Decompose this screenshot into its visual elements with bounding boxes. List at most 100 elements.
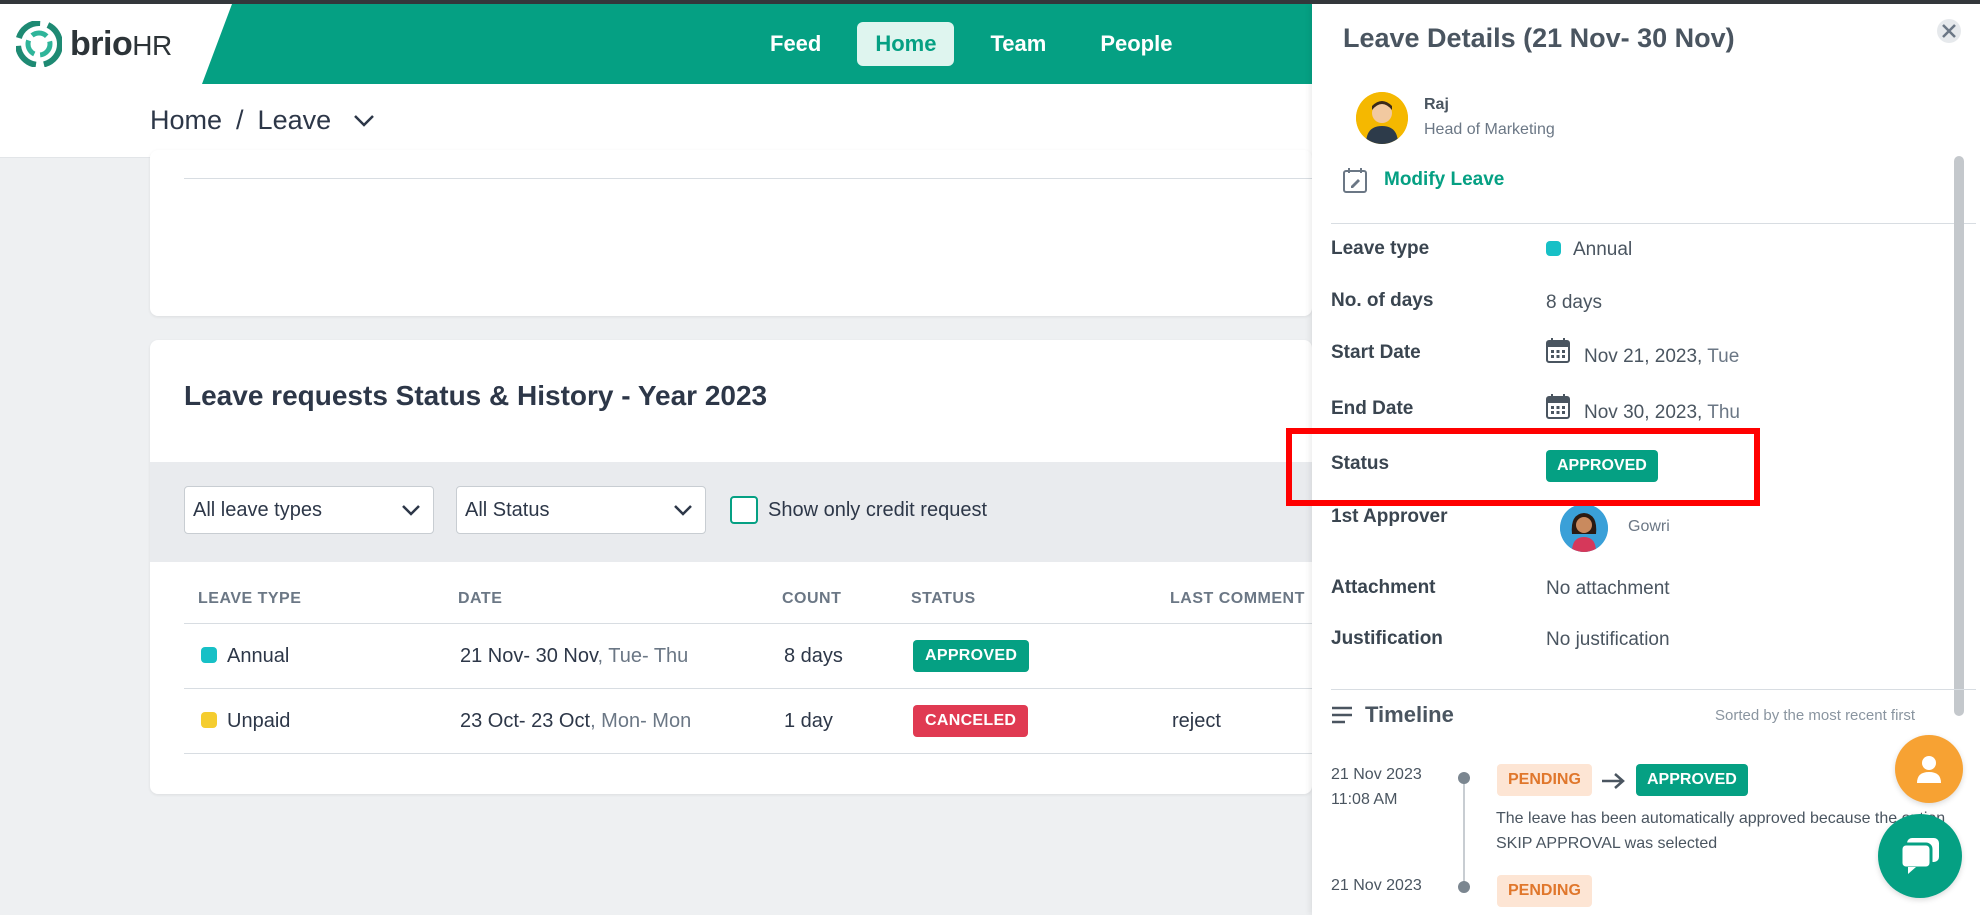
end-date-value: Nov 30, 2023, Thu (1584, 402, 1740, 424)
panel-title: Leave Details (21 Nov- 30 Nov) (1343, 23, 1735, 53)
close-icon[interactable] (1936, 18, 1962, 44)
leave-type-text: Annual (1573, 239, 1633, 260)
profile-fab-button[interactable] (1895, 735, 1963, 803)
leave-type-color-dot (1546, 241, 1561, 256)
edit-calendar-icon (1343, 168, 1367, 193)
modify-leave-label: Modify Leave (1384, 169, 1505, 190)
filter-bar: All leave types All Status Show only cre… (150, 462, 1312, 562)
breadcrumb-current: Leave (257, 105, 332, 135)
credit-filter[interactable]: Show only credit request (730, 496, 987, 524)
timeline-header: Timeline (1331, 702, 1454, 728)
comment-cell: reject (1172, 710, 1221, 732)
timeline-title: Timeline (1365, 702, 1454, 727)
date-cell: 21 Nov- 30 Nov, Tue- Thu (460, 645, 688, 668)
column-header-date[interactable]: DATE (458, 590, 502, 608)
justification-value: No justification (1546, 629, 1670, 650)
timeline-time: 11:08 AM (1331, 791, 1398, 808)
brio-logo-icon (15, 20, 63, 68)
approver-label: 1st Approver (1331, 506, 1448, 527)
logo-text: brio (70, 24, 133, 63)
logo-suffix: HR (132, 29, 172, 61)
date-range: 21 Nov- 30 Nov (460, 645, 598, 667)
user-icon (1917, 756, 1941, 783)
leave-type-select-value: All leave types (193, 499, 322, 521)
approver-name: Gowri (1628, 518, 1670, 535)
avatar (1356, 92, 1408, 144)
top-strip (0, 0, 1980, 4)
status-cell: CANCELED (913, 705, 1029, 737)
summary-card (150, 150, 1312, 316)
chevron-down-icon (402, 505, 420, 516)
breadcrumb-home[interactable]: Home (150, 105, 222, 136)
nav-home[interactable]: Home (857, 22, 955, 66)
leave-type-value: Annual (1546, 239, 1632, 261)
breadcrumb: Home / Leave (0, 84, 1312, 158)
modify-leave-button[interactable]: Modify Leave (1342, 166, 1504, 194)
start-date-text: Nov 21, 2023, (1584, 346, 1703, 367)
days-label: No. of days (1331, 290, 1434, 311)
arrow-right-icon (1602, 773, 1625, 789)
panel-scrollbar[interactable] (1954, 156, 1964, 716)
days-value: 8 days (1546, 292, 1602, 313)
leave-type-name: Annual (227, 645, 290, 667)
column-header-last-comment[interactable]: LAST COMMENT (1170, 590, 1305, 608)
column-header-status[interactable]: STATUS (911, 590, 976, 608)
main-nav: Feed Home Team People (752, 22, 1190, 66)
timeline-dot (1458, 772, 1470, 784)
column-header-leave-type[interactable]: LEAVE TYPE (198, 590, 301, 608)
timeline-date: 21 Nov 2023 (1331, 766, 1422, 783)
chat-icon (1899, 838, 1939, 874)
table-header: LEAVE TYPE DATE COUNT STATUS LAST COMMEN… (184, 562, 1312, 624)
leave-type-name: Unpaid (227, 710, 291, 732)
credit-checkbox-label: Show only credit request (768, 498, 988, 521)
start-date-value: Nov 21, 2023, Tue (1584, 346, 1739, 368)
nav-people[interactable]: People (1082, 22, 1190, 66)
date-days: , Mon- Mon (590, 710, 692, 732)
divider (1331, 689, 1976, 690)
leave-type-cell: Unpaid (201, 710, 290, 733)
date-range: 23 Oct- 23 Oct (460, 710, 591, 732)
status-badge: APPROVED (913, 640, 1030, 672)
start-date-label: Start Date (1331, 342, 1421, 363)
nav-team[interactable]: Team (972, 22, 1064, 66)
chevron-down-icon[interactable] (353, 114, 375, 128)
leave-type-select[interactable]: All leave types (184, 486, 434, 534)
nav-feed[interactable]: Feed (752, 22, 839, 66)
status-badge: PENDING (1497, 875, 1592, 907)
status-select[interactable]: All Status (456, 486, 706, 534)
status-badge: PENDING (1497, 764, 1592, 796)
justification-label: Justification (1331, 628, 1443, 649)
leave-type-color-dot (201, 647, 217, 663)
history-card: Leave requests Status & History - Year 2… (150, 340, 1312, 794)
table-row[interactable]: Unpaid 23 Oct- 23 Oct, Mon- Mon 1 day CA… (184, 689, 1312, 754)
status-badge: APPROVED (1636, 764, 1748, 796)
end-day: Thu (1707, 402, 1740, 423)
credit-checkbox[interactable] (730, 496, 758, 524)
status-select-value: All Status (465, 499, 550, 521)
calendar-icon (1546, 338, 1570, 363)
highlight-box (1286, 428, 1760, 506)
chat-fab-button[interactable] (1878, 814, 1962, 898)
divider (1331, 223, 1976, 224)
end-date-text: Nov 30, 2023, (1584, 402, 1703, 423)
leave-type-cell: Annual (201, 645, 289, 668)
list-icon (1332, 706, 1352, 724)
column-header-count[interactable]: COUNT (782, 590, 841, 608)
timeline-dot (1458, 881, 1470, 893)
timeline-date: 21 Nov 2023 (1331, 877, 1422, 894)
date-days: , Tue- Thu (597, 645, 689, 667)
chevron-down-icon (674, 505, 692, 516)
calendar-icon (1546, 394, 1570, 419)
status-cell: APPROVED (913, 640, 1030, 672)
history-table: LEAVE TYPE DATE COUNT STATUS LAST COMMEN… (184, 562, 1312, 754)
timeline-line (1463, 782, 1465, 892)
avatar (1560, 504, 1608, 552)
table-row[interactable]: Annual 21 Nov- 30 Nov, Tue- Thu 8 days A… (184, 624, 1312, 689)
brand-logo[interactable]: brioHR (0, 4, 200, 84)
date-cell: 23 Oct- 23 Oct, Mon- Mon (460, 710, 691, 733)
status-badge: CANCELED (913, 705, 1029, 737)
attachment-label: Attachment (1331, 577, 1436, 598)
end-date-label: End Date (1331, 398, 1414, 419)
count-cell: 8 days (784, 645, 843, 667)
leave-type-label: Leave type (1331, 238, 1430, 259)
